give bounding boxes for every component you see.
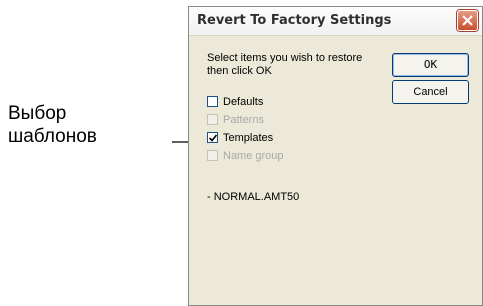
annotation-line-2: шаблонов	[8, 126, 97, 147]
templates-checkbox[interactable]	[207, 132, 218, 143]
checkmark-icon	[209, 134, 217, 142]
ok-button[interactable]: OK	[392, 53, 469, 77]
revert-factory-settings-dialog: Revert To Factory Settings Select items …	[188, 6, 483, 306]
annotation-line-1: Выбор	[8, 103, 67, 124]
dialog-prompt: Select items you wish to restore then cl…	[207, 52, 363, 77]
annotation-label: Выбор шаблонов	[8, 102, 97, 148]
dialog-title: Revert To Factory Settings	[197, 13, 392, 28]
patterns-checkbox	[207, 114, 218, 125]
defaults-label: Defaults	[223, 96, 264, 108]
selected-file-label: - NORMAL.AMT50	[207, 191, 300, 203]
close-icon	[462, 15, 473, 26]
patterns-label: Patterns	[223, 114, 264, 126]
templates-label: Templates	[223, 132, 274, 144]
defaults-checkbox[interactable]	[207, 96, 218, 107]
close-button[interactable]	[457, 10, 478, 31]
cancel-button[interactable]: Cancel	[392, 80, 469, 104]
name-group-label: Name group	[223, 150, 284, 162]
dialog-titlebar[interactable]: Revert To Factory Settings	[189, 7, 482, 36]
ok-button-label: OK	[423, 58, 438, 71]
name-group-checkbox	[207, 150, 218, 161]
cancel-button-label: Cancel	[413, 86, 448, 98]
